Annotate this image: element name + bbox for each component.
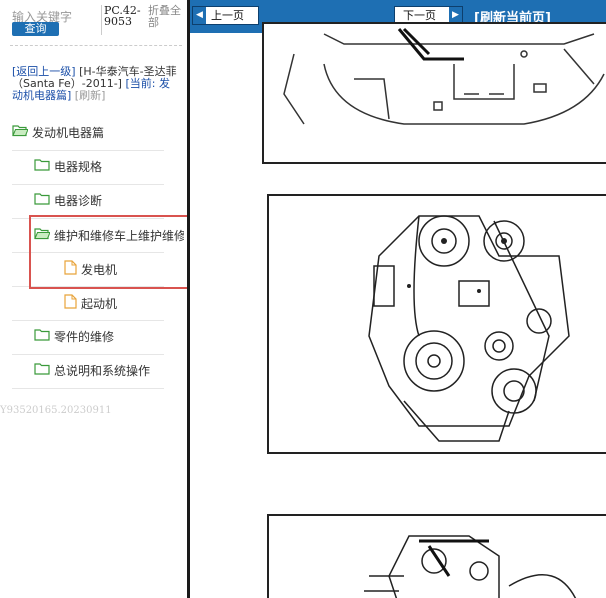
engine-illustration xyxy=(368,215,570,442)
tree-item-diagnosis[interactable]: 电器诊断 xyxy=(34,190,102,210)
assembly-illustration xyxy=(364,535,577,598)
tree-item-label: 零件的维修 xyxy=(54,329,115,344)
folder-icon xyxy=(34,192,50,208)
diagram-figure-chassis xyxy=(262,22,606,164)
diagram-figure-assembly xyxy=(267,514,606,598)
divider xyxy=(12,354,164,355)
document-icon xyxy=(64,294,77,312)
tree-item-label: 电器诊断 xyxy=(54,193,103,208)
diagram-figure-engine xyxy=(267,194,606,454)
divider xyxy=(10,45,182,46)
tree-item-starter[interactable]: 起动机 xyxy=(64,293,117,313)
collapse-all-button[interactable]: 折叠全部 xyxy=(148,5,187,29)
folder-icon xyxy=(34,158,50,174)
prev-page-button[interactable]: ◀ 上一页 xyxy=(192,6,259,25)
tree-item-label: 起动机 xyxy=(81,296,118,311)
folder-icon xyxy=(34,362,50,378)
arrow-left-icon: ◀ xyxy=(193,7,206,24)
document-viewer: ◀ 上一页 下一页 ▶ [刷新当前页] xyxy=(190,0,606,598)
pc-code: PC.42-9053 xyxy=(101,5,144,35)
sidebar: 输入关键字 查询 PC.42-9053 折叠全部 [返回上一级] [H-华泰汽车… xyxy=(0,0,187,598)
tree-item-label: 总说明和系统操作 xyxy=(54,363,151,378)
divider xyxy=(12,150,164,151)
tree-item-specifications[interactable]: 电器规格 xyxy=(34,156,102,176)
search-button[interactable]: 查询 xyxy=(12,22,59,36)
divider xyxy=(12,388,164,389)
highlight-annotation xyxy=(29,215,208,289)
breadcrumb: [返回上一级] [H-华泰汽车-圣达菲（Santa Fe）-2011-] [当前… xyxy=(12,66,180,102)
folder-icon xyxy=(34,328,50,344)
tree-item-label: 电器规格 xyxy=(54,159,103,174)
divider xyxy=(12,184,164,185)
refresh-link[interactable]: [刷新] xyxy=(75,89,106,102)
tree-item-general-description[interactable]: 总说明和系统操作 xyxy=(34,360,150,380)
tree-item-label: 发动机电器篇 xyxy=(32,125,105,140)
tree-item-parts-repair[interactable]: 零件的维修 xyxy=(34,326,114,346)
tree-item-engine-electrical[interactable]: 发动机电器篇 xyxy=(12,122,104,142)
chassis-illustration xyxy=(283,27,605,125)
prev-page-label: 上一页 xyxy=(211,9,244,22)
divider xyxy=(12,320,164,321)
folder-open-icon xyxy=(12,124,29,140)
watermark-text: Y93520165.20230911 xyxy=(0,405,112,416)
